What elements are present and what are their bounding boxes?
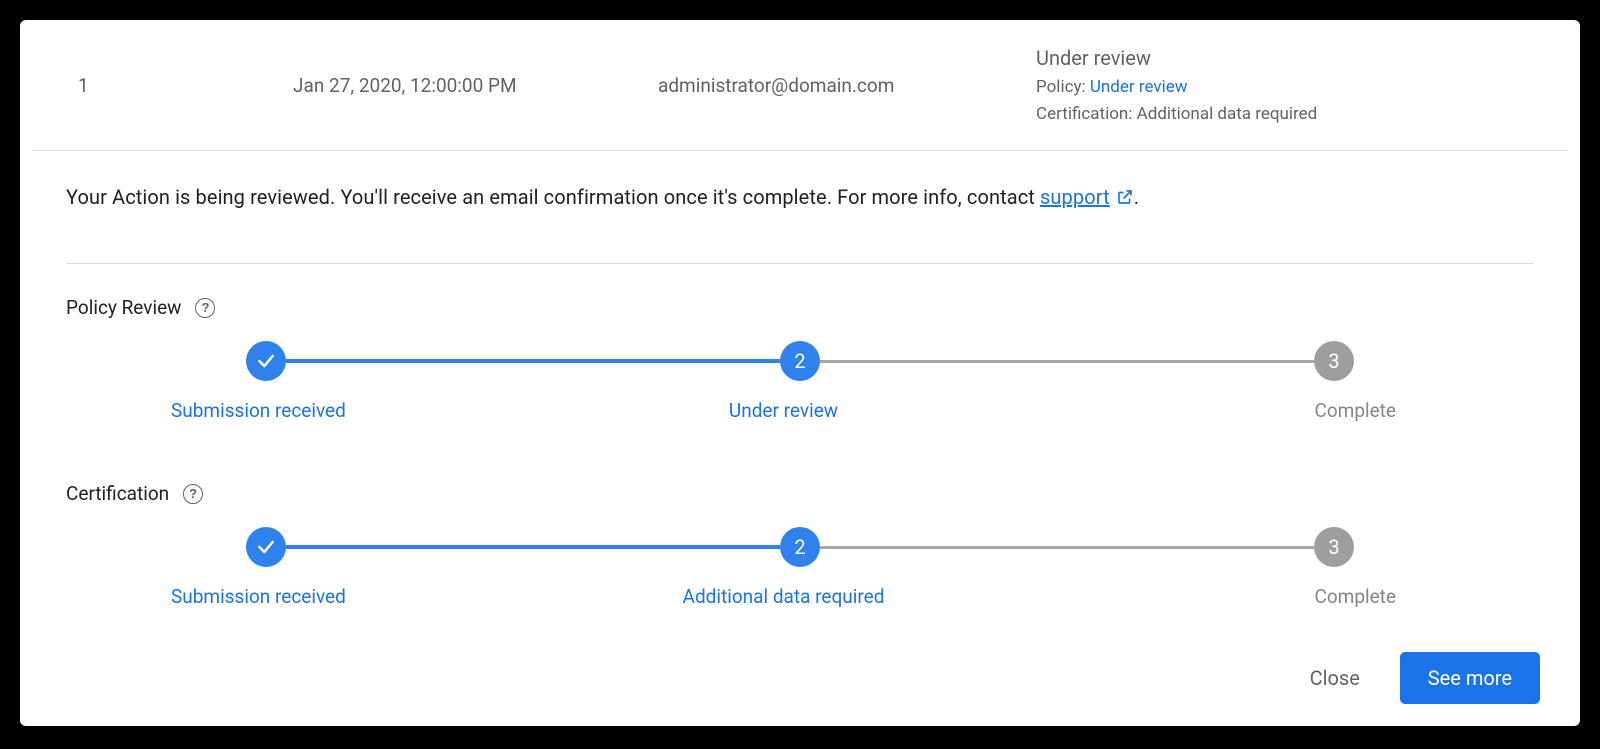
certification-stepper: 2 3 Submission received Additional data … (66, 527, 1534, 608)
panel-body: Your Action is being reviewed. You'll re… (20, 151, 1580, 608)
status-title: Under review (1036, 42, 1522, 74)
row-number: 1 (78, 74, 293, 97)
policy-connector-2 (820, 360, 1314, 363)
help-icon[interactable]: ? (195, 298, 215, 318)
review-message: Your Action is being reviewed. You'll re… (66, 151, 1534, 264)
policy-step-2: 2 (780, 341, 820, 381)
policy-step-1 (246, 341, 286, 381)
check-icon (256, 537, 276, 557)
certification-section: Certification ? 2 3 Submission received … (66, 450, 1534, 608)
policy-review-title: Policy Review (66, 296, 181, 319)
policy-connector-1 (286, 359, 780, 363)
policy-status-line: Policy: Under review (1036, 74, 1522, 101)
support-link[interactable]: support (1040, 185, 1134, 209)
cert-connector-2 (820, 546, 1314, 549)
cert-step-2-label: Additional data required (579, 585, 987, 608)
cert-value: Additional data required (1137, 104, 1318, 124)
cert-status-line: Certification: Additional data required (1036, 101, 1522, 128)
policy-review-heading: Policy Review ? (66, 296, 1534, 319)
policy-review-section: Policy Review ? 2 3 Submission received … (66, 264, 1534, 422)
submission-row: 1 Jan 27, 2020, 12:00:00 PM administrato… (32, 20, 1568, 151)
policy-step-3-label: Complete (988, 399, 1396, 422)
policy-step-3: 3 (1314, 341, 1354, 381)
message-text: Your Action is being reviewed. You'll re… (66, 185, 1040, 209)
cert-step-3: 3 (1314, 527, 1354, 567)
external-link-icon (1116, 187, 1134, 211)
policy-stepper: 2 3 Submission received Under review Com… (66, 341, 1534, 422)
certification-heading: Certification ? (66, 482, 1534, 505)
row-date: Jan 27, 2020, 12:00:00 PM (293, 74, 658, 97)
cert-label: Certification: (1036, 104, 1137, 124)
see-more-button[interactable]: See more (1400, 652, 1540, 704)
help-icon[interactable]: ? (183, 484, 203, 504)
footer-actions: Close See more (1306, 652, 1540, 704)
review-panel: 1 Jan 27, 2020, 12:00:00 PM administrato… (20, 20, 1580, 726)
certification-title: Certification (66, 482, 169, 505)
cert-step-1-label: Submission received (171, 585, 579, 608)
cert-connector-1 (286, 545, 780, 549)
policy-status-link[interactable]: Under review (1090, 77, 1188, 97)
cert-step-3-label: Complete (988, 585, 1396, 608)
policy-step-2-label: Under review (579, 399, 987, 422)
row-status: Under review Policy: Under review Certif… (1036, 42, 1522, 128)
row-email: administrator@domain.com (658, 74, 1036, 97)
policy-label: Policy: (1036, 77, 1090, 97)
close-button[interactable]: Close (1306, 656, 1364, 700)
cert-step-2: 2 (780, 527, 820, 567)
policy-step-1-label: Submission received (171, 399, 579, 422)
check-icon (256, 351, 276, 371)
message-after: . (1134, 185, 1139, 209)
cert-step-1 (246, 527, 286, 567)
